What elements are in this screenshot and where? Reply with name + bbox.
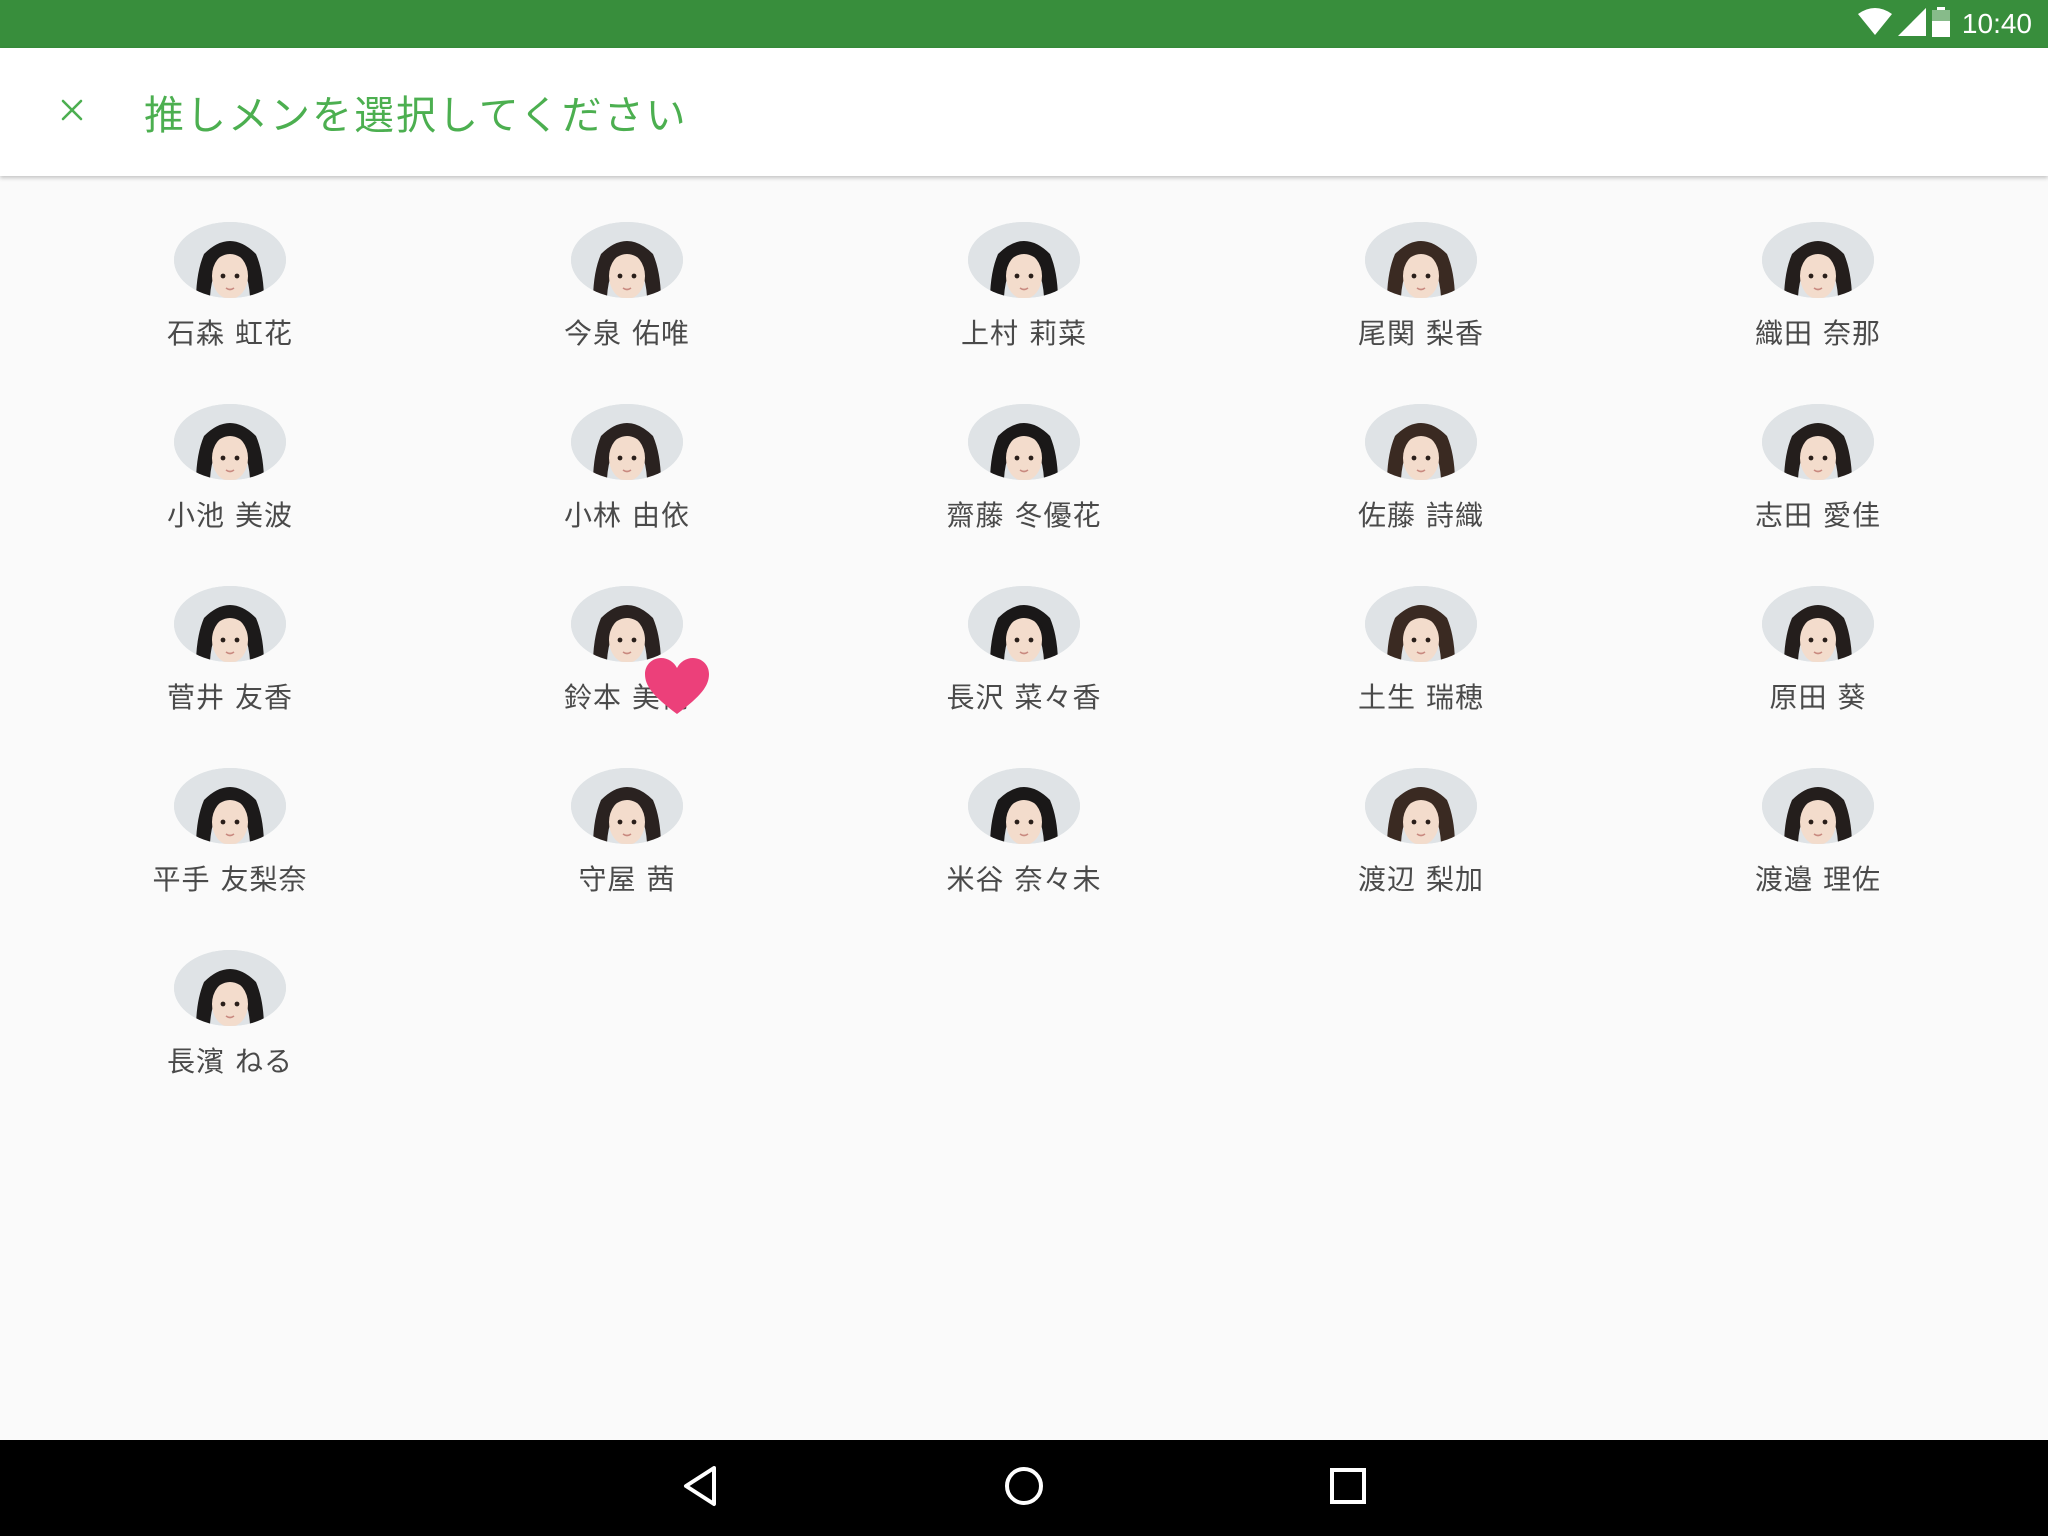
member-avatar — [1762, 768, 1874, 844]
member-item[interactable]: 渡辺 梨加 — [1311, 722, 1531, 898]
member-name: 長濱 ねる — [167, 1045, 293, 1078]
member-name: 平手 友梨奈 — [152, 863, 308, 896]
member-item[interactable]: 織田 奈那 — [1708, 176, 1928, 352]
member-name: 志田 愛佳 — [1755, 499, 1881, 532]
member-name: 今泉 佑唯 — [564, 317, 690, 350]
member-item[interactable]: 志田 愛佳 — [1708, 358, 1928, 534]
member-item[interactable]: 上村 莉菜 — [914, 176, 1134, 352]
member-name: 守屋 茜 — [578, 863, 676, 896]
member-avatar — [174, 950, 286, 1026]
cell-signal-icon — [1897, 8, 1926, 40]
member-avatar — [174, 768, 286, 844]
member-avatar — [968, 768, 1080, 844]
member-item[interactable]: 長濱 ねる — [120, 904, 340, 1080]
member-item[interactable]: 今泉 佑唯 — [517, 176, 737, 352]
member-item[interactable]: 佐藤 詩織 — [1311, 358, 1531, 534]
member-avatar — [174, 222, 286, 298]
member-name: 菅井 友香 — [167, 681, 293, 714]
home-button[interactable] — [992, 1456, 1056, 1520]
app-toolbar: 推しメンを選択してください — [0, 48, 2048, 176]
close-button[interactable] — [40, 80, 104, 144]
status-icons — [1857, 7, 1950, 41]
member-avatar — [1365, 404, 1477, 480]
member-item[interactable]: 石森 虹花 — [120, 176, 340, 352]
member-avatar — [571, 404, 683, 480]
member-item[interactable]: 守屋 茜 — [517, 722, 737, 898]
member-avatar — [1365, 768, 1477, 844]
member-item[interactable]: 齋藤 冬優花 — [914, 358, 1134, 534]
member-grid: 石森 虹花 今泉 佑唯 上村 莉菜 尾関 梨香 織田 奈那小池 美波 小林 由依 齋藤 冬優… — [0, 176, 2048, 1440]
member-avatar — [1365, 222, 1477, 298]
member-avatar — [968, 586, 1080, 662]
member-name: 土生 瑞穂 — [1358, 681, 1484, 714]
member-avatar — [1365, 586, 1477, 662]
recents-button[interactable] — [1316, 1456, 1380, 1520]
home-icon — [1003, 1465, 1045, 1511]
recents-icon — [1329, 1467, 1367, 1509]
member-item[interactable]: 渡邉 理佐 — [1708, 722, 1928, 898]
member-avatar — [1762, 222, 1874, 298]
member-item[interactable]: 土生 瑞穂 — [1311, 540, 1531, 716]
member-avatar — [571, 768, 683, 844]
status-bar: 10:40 — [0, 0, 2048, 48]
member-item[interactable]: 米谷 奈々未 — [914, 722, 1134, 898]
member-name: 小林 由依 — [564, 499, 690, 532]
member-avatar — [571, 222, 683, 298]
member-name: 渡邉 理佐 — [1755, 863, 1881, 896]
navigation-bar — [0, 1440, 2048, 1536]
member-avatar — [968, 404, 1080, 480]
member-item[interactable]: 平手 友梨奈 — [120, 722, 340, 898]
member-item[interactable]: 長沢 菜々香 — [914, 540, 1134, 716]
status-time: 10:40 — [1961, 8, 2032, 39]
member-name: 石森 虹花 — [167, 317, 293, 350]
close-icon — [60, 98, 84, 126]
favorite-heart-icon — [645, 658, 709, 716]
member-name: 小池 美波 — [167, 499, 293, 532]
member-avatar — [1762, 586, 1874, 662]
member-name: 齋藤 冬優花 — [946, 499, 1102, 532]
page-title: 推しメンを選択してください — [144, 93, 688, 139]
member-avatar — [1762, 404, 1874, 480]
member-name: 尾関 梨香 — [1358, 317, 1484, 350]
member-name: 米谷 奈々未 — [946, 863, 1102, 896]
member-avatar — [174, 586, 286, 662]
member-name: 長沢 菜々香 — [946, 681, 1102, 714]
member-avatar — [571, 586, 683, 662]
member-avatar — [968, 222, 1080, 298]
member-name: 渡辺 梨加 — [1358, 863, 1484, 896]
member-name: 上村 莉菜 — [961, 317, 1087, 350]
member-item[interactable]: 小池 美波 — [120, 358, 340, 534]
member-item[interactable]: 原田 葵 — [1708, 540, 1928, 716]
member-item[interactable]: 菅井 友香 — [120, 540, 340, 716]
member-name: 織田 奈那 — [1755, 317, 1881, 350]
battery-icon — [1931, 7, 1950, 41]
member-item[interactable]: 尾関 梨香 — [1311, 176, 1531, 352]
member-avatar — [174, 404, 286, 480]
wifi-icon — [1857, 8, 1892, 40]
back-icon — [680, 1464, 720, 1512]
member-name: 原田 葵 — [1769, 681, 1867, 714]
back-button[interactable] — [668, 1456, 732, 1520]
member-item[interactable]: 鈴本 美愉 — [517, 540, 737, 716]
member-name: 佐藤 詩織 — [1358, 499, 1484, 532]
member-item[interactable]: 小林 由依 — [517, 358, 737, 534]
